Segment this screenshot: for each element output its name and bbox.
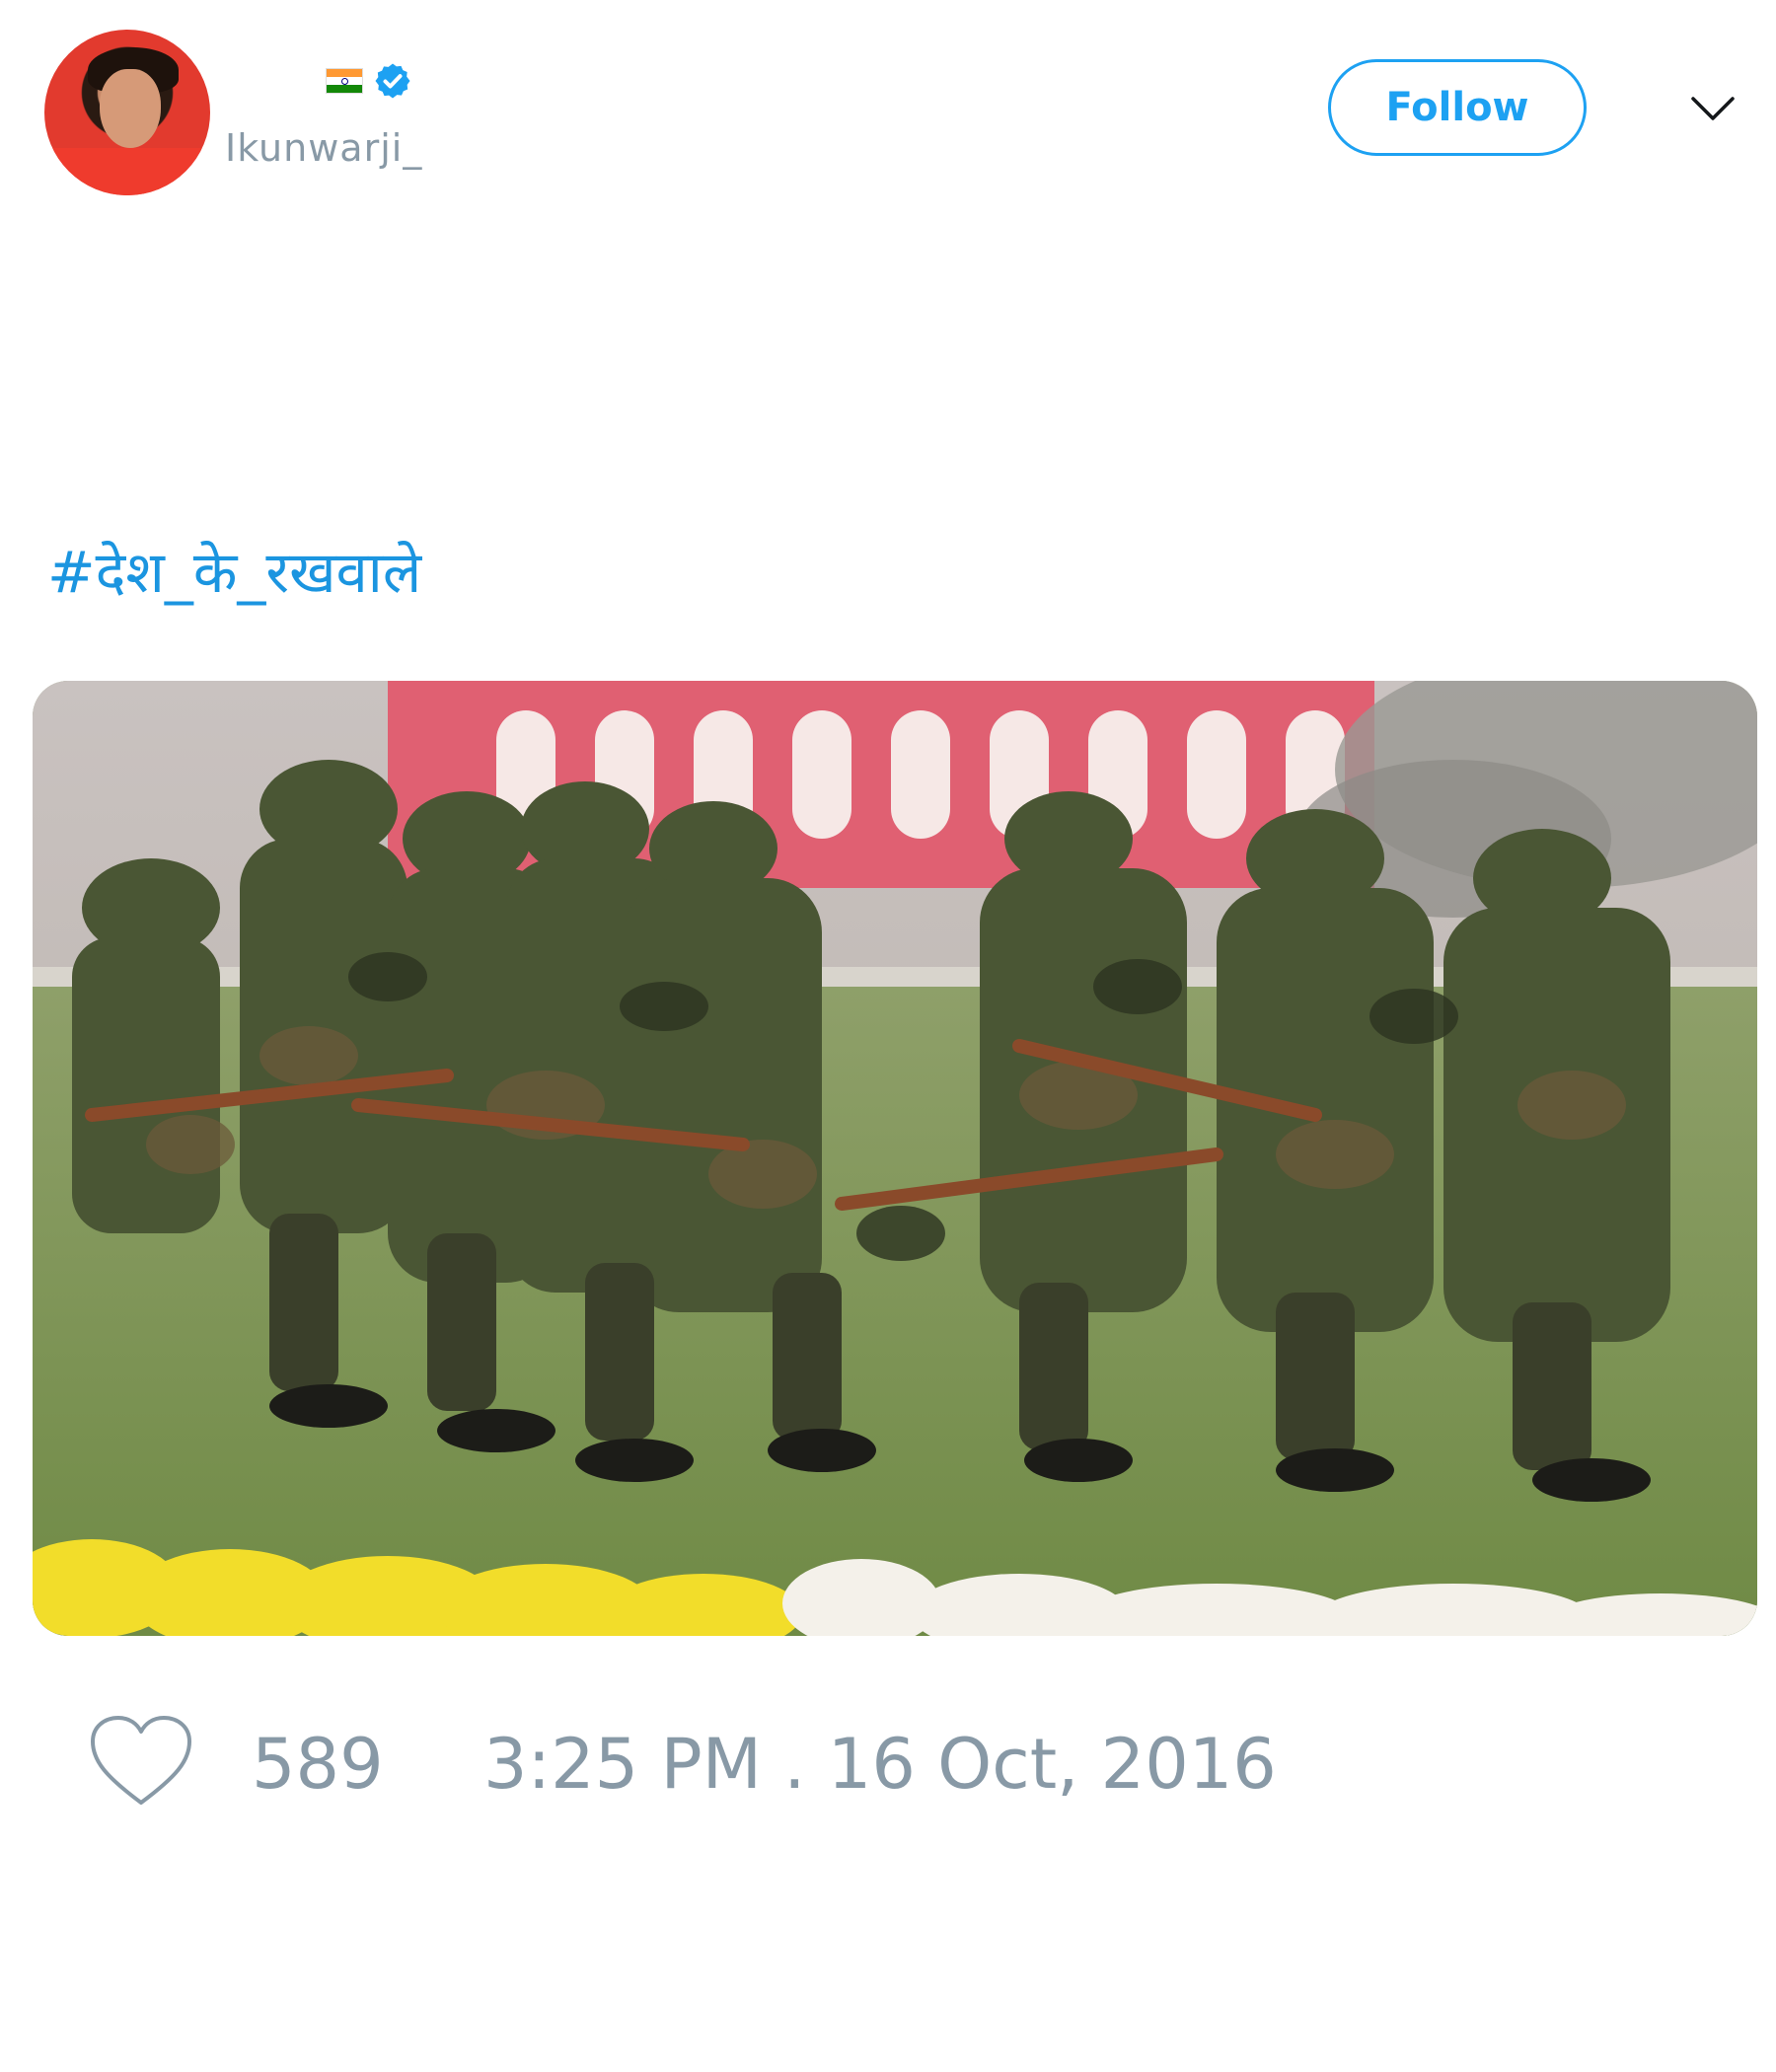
follow-button[interactable]: Follow [1328,59,1587,156]
soldiers-marching-photo [33,681,1757,1636]
tweet-photo[interactable] [33,681,1757,1636]
tweet-hashtag[interactable]: #देश_के_रखवाले [47,533,421,612]
heart-icon[interactable] [87,1712,195,1811]
avatar-face [100,69,161,148]
display-name-row[interactable] [326,61,412,101]
tweet-timestamp[interactable]: 3:25 PM . 16 Oct, 2016 [483,1725,1277,1804]
india-flag-icon [326,68,363,94]
tweet-card: Ikunwarji_ Follow #देश_के_रखवाले 589 3:2… [0,0,1776,2072]
like-count: 589 [252,1724,384,1805]
avatar-shirt [44,148,210,195]
chevron-down-icon[interactable] [1689,89,1737,128]
avatar[interactable] [44,30,210,195]
author-handle[interactable]: Ikunwarji_ [225,126,422,170]
verified-badge-icon [375,63,410,99]
